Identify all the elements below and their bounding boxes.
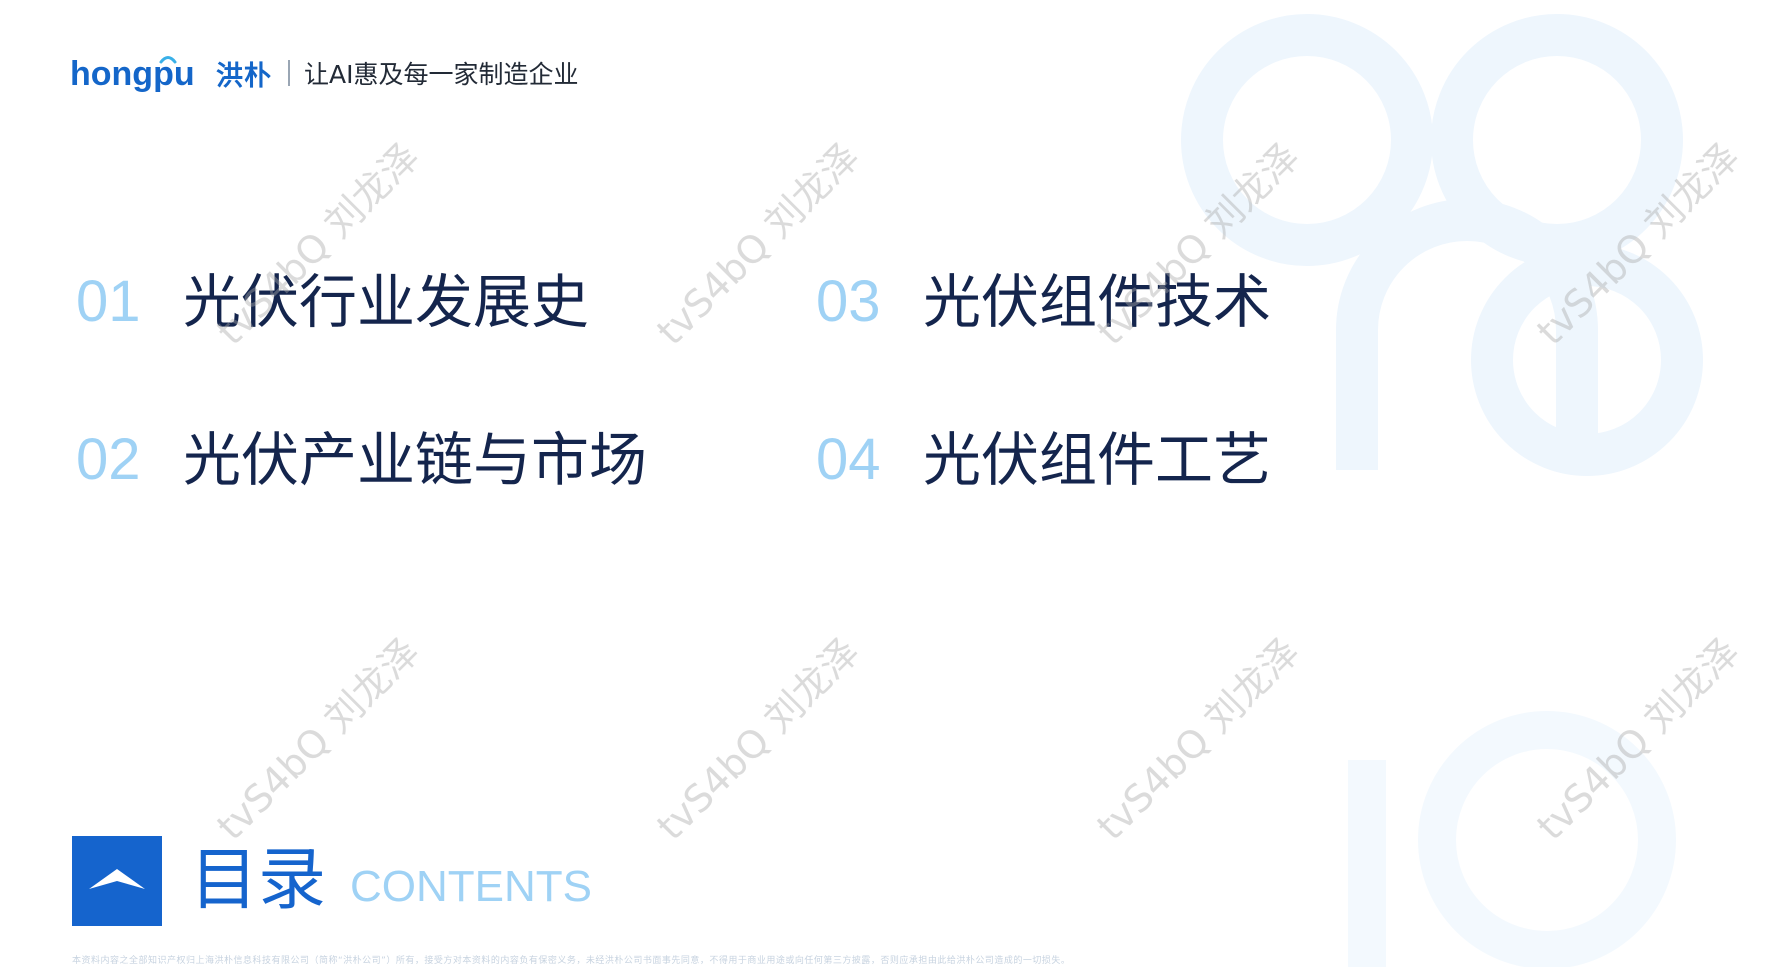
watermark-text: tvS4bQ 刘龙泽 xyxy=(1088,629,1308,849)
header: hongpu 洪朴 让AI惠及每一家制造企业 xyxy=(70,48,578,98)
watermark-text: tvS4bQ 刘龙泽 xyxy=(1528,134,1748,354)
toc-number: 02 xyxy=(76,427,141,492)
toc-number: 04 xyxy=(816,427,881,492)
toc-number: 01 xyxy=(76,269,141,334)
toc-item-4[interactable]: 04 光伏组件工艺 xyxy=(816,420,1271,500)
toc-title: 光伏行业发展史 xyxy=(183,268,590,336)
brand-en-text: hongpu xyxy=(70,55,195,93)
toc-item-3[interactable]: 03 光伏组件技术 xyxy=(816,262,1271,342)
watermark-text: tvS4bQ 刘龙泽 xyxy=(1528,629,1748,849)
chevron-up-icon xyxy=(72,836,162,926)
footer-disclaimer: 本资料内容之全部知识产权归上海洪朴信息科技有限公司（简称“洪朴公司”）所有，接受… xyxy=(72,956,1071,966)
hongpu-logo: hongpu xyxy=(70,55,195,93)
section-title-en: CONTENTS xyxy=(350,862,593,911)
toc-title: 光伏组件工艺 xyxy=(923,426,1272,494)
brand-cn-text: 洪朴 xyxy=(216,60,272,92)
section-title-cn: 目录 xyxy=(190,841,327,920)
toc-item-2[interactable]: 02 光伏产业链与市场 xyxy=(76,420,647,500)
toc-title: 光伏产业链与市场 xyxy=(183,426,648,494)
watermark-text: tvS4bQ 刘龙泽 xyxy=(648,629,868,849)
toc-title: 光伏组件技术 xyxy=(923,268,1272,336)
header-divider xyxy=(288,60,290,86)
toc-item-1[interactable]: 01 光伏行业发展史 xyxy=(76,262,589,342)
toc-number: 03 xyxy=(816,269,881,334)
slogan: 让AI惠及每一家制造企业 xyxy=(304,60,579,89)
section-heading: 目录 CONTENTS xyxy=(72,836,592,926)
watermark-text: tvS4bQ 刘龙泽 xyxy=(208,629,428,849)
